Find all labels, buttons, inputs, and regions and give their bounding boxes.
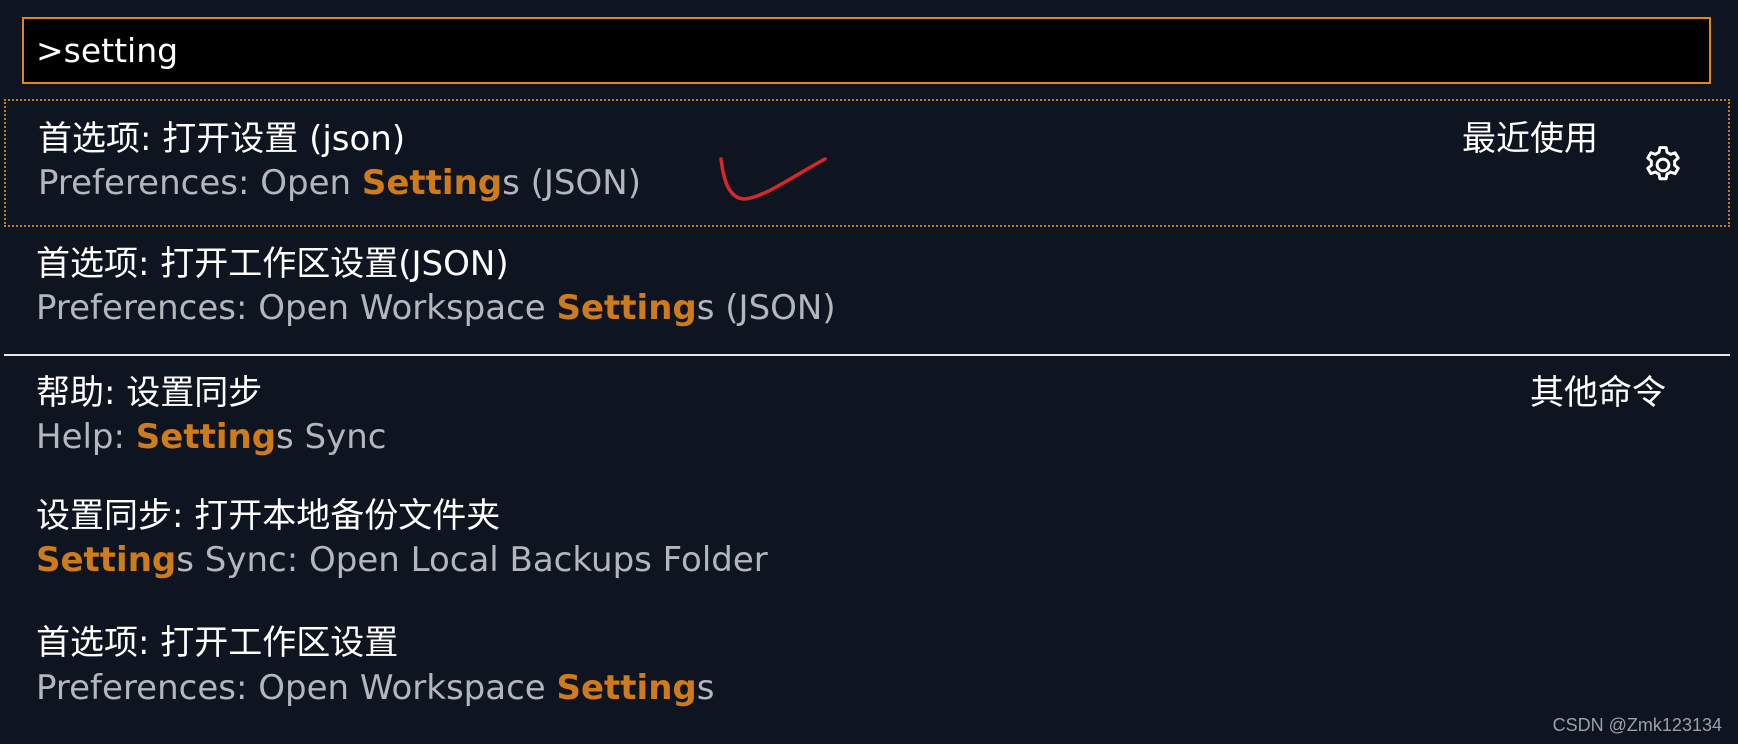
list-item-open-workspace-settings[interactable]: 首选项: 打开工作区设置 Preferences: Open Workspace… [4, 608, 1730, 734]
command-palette: 首选项: 打开设置 (json) Preferences: Open Setti… [0, 0, 1738, 744]
list-item-open-workspace-settings-json[interactable]: 首选项: 打开工作区设置(JSON) Preferences: Open Wor… [4, 228, 1730, 352]
list-item-open-settings-json[interactable]: 首选项: 打开设置 (json) Preferences: Open Setti… [4, 99, 1730, 227]
item-detail: Settings Sync: Open Local Backups Folder [36, 540, 768, 580]
command-input[interactable] [36, 19, 1686, 82]
item-label: 设置同步: 打开本地备份文件夹 [36, 496, 501, 536]
item-label: 首选项: 打开工作区设置(JSON) [36, 244, 509, 284]
detail-match-highlight: Setting [361, 163, 503, 203]
detail-match-highlight: Setting [36, 540, 177, 580]
detail-suffix: s Sync [276, 417, 387, 457]
detail-match-highlight: Setting [556, 668, 697, 708]
detail-suffix: s (JSON) [502, 163, 641, 203]
item-label: 首选项: 打开工作区设置 [36, 623, 399, 663]
group-divider [4, 354, 1730, 356]
item-label: 帮助: 设置同步 [36, 373, 263, 413]
item-detail: Preferences: Open Workspace Settings [36, 668, 714, 708]
detail-suffix: s (JSON) [696, 288, 836, 328]
item-detail: Preferences: Open Workspace Settings (JS… [36, 288, 836, 328]
item-detail: Preferences: Open Settings (JSON) [38, 163, 641, 203]
detail-prefix: Preferences: Open Workspace [36, 668, 557, 708]
detail-suffix: s [696, 668, 715, 708]
item-label: 首选项: 打开设置 (json) [38, 119, 406, 159]
gear-icon[interactable] [1641, 143, 1685, 187]
red-checkmark-annotation [719, 157, 827, 201]
item-detail: Help: Settings Sync [36, 417, 387, 457]
detail-suffix: s Sync: Open Local Backups Folder [176, 540, 768, 580]
detail-match-highlight: Setting [135, 417, 277, 457]
group-label-other-commands: 其他命令 [1530, 373, 1666, 413]
list-item-help-settings-sync[interactable]: 帮助: 设置同步 Help: Settings Sync 其他命令 [4, 357, 1730, 480]
detail-prefix: Preferences: Open [38, 163, 362, 203]
group-label-recent: 最近使用 [1462, 119, 1598, 159]
watermark: CSDN @Zmk123134 [1552, 715, 1722, 735]
command-palette-input-box[interactable] [22, 17, 1711, 84]
detail-prefix: Help: [36, 417, 136, 457]
detail-prefix: Preferences: Open Workspace [36, 288, 557, 328]
list-item-open-local-backups[interactable]: 设置同步: 打开本地备份文件夹 Settings Sync: Open Loca… [4, 482, 1730, 605]
detail-match-highlight: Setting [556, 288, 697, 328]
